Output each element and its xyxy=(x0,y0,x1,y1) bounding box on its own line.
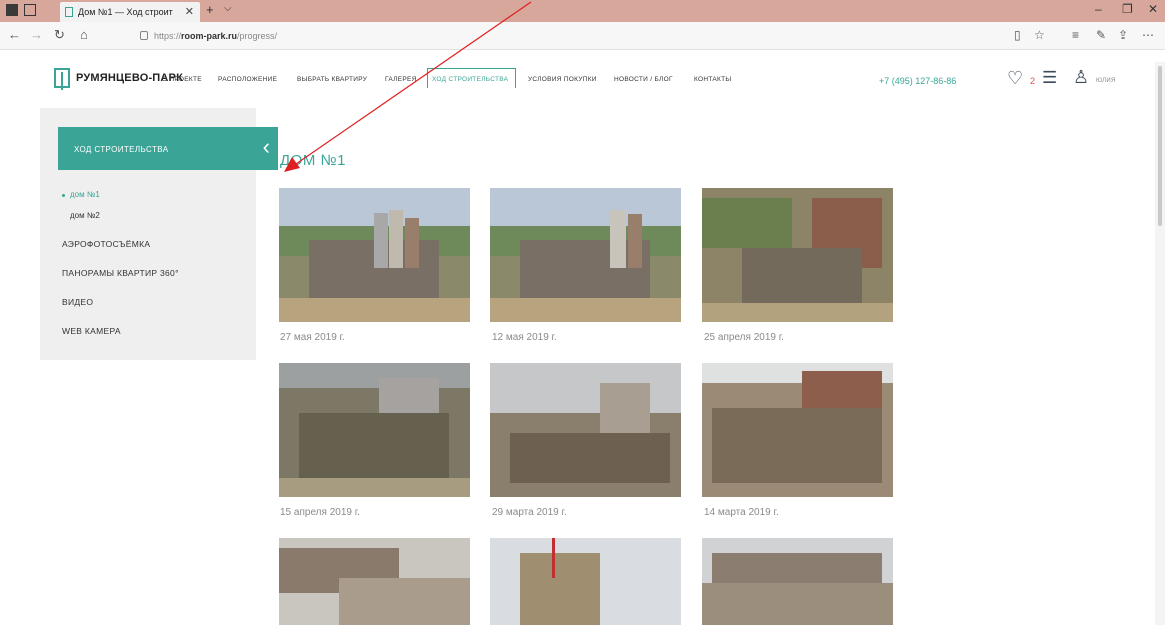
sidebar-item-aerial[interactable]: АЭРОФОТОСЪЁМКА xyxy=(62,239,150,249)
nav-construction-progress[interactable]: ХОД СТРОИТЕЛЬСТВА xyxy=(432,76,508,83)
construction-photo xyxy=(279,188,470,322)
sidebar-sub-item-house1[interactable]: дом №1 xyxy=(70,190,100,199)
logo-icon[interactable] xyxy=(54,68,70,90)
photo-date: 14 марта 2019 г. xyxy=(704,507,779,518)
back-arrow-icon[interactable]: ← xyxy=(8,27,21,42)
photo-thumbnail[interactable] xyxy=(490,188,681,322)
nav-choose-apartment[interactable]: ВЫБРАТЬ КВАРТИРУ xyxy=(297,76,367,83)
tab-close-icon[interactable]: ✕ xyxy=(185,2,194,22)
photo-thumbnail[interactable] xyxy=(490,538,681,625)
tab-title: Дом №1 — Ход строит xyxy=(78,7,173,17)
photo-date: 29 марта 2019 г. xyxy=(492,507,567,518)
url-path: /progress/ xyxy=(237,31,278,41)
nav-contacts[interactable]: КОНТАКТЫ xyxy=(694,76,731,83)
photo-date: 27 мая 2019 г. xyxy=(280,332,345,343)
browser-tab[interactable]: Дом №1 — Ход строит ✕ xyxy=(60,2,200,22)
user-name[interactable]: ЮЛИЯ xyxy=(1096,78,1116,84)
sidebar-item-video[interactable]: ВИДЕО xyxy=(62,297,93,307)
user-icon[interactable]: ♙ xyxy=(1073,68,1089,86)
construction-photo xyxy=(490,363,681,497)
minimize-button[interactable]: – xyxy=(1095,2,1102,16)
new-tab-button[interactable]: + xyxy=(206,2,214,17)
photo-thumbnail[interactable] xyxy=(490,363,681,497)
construction-photo xyxy=(702,363,893,497)
nav-about[interactable]: О ПРОЕКТЕ xyxy=(162,76,202,83)
sidebar-heading[interactable]: ХОД СТРОИТЕЛЬСТВА ‹ xyxy=(58,127,278,170)
url-field[interactable]: https://room-park.ru/progress/ xyxy=(140,28,1020,44)
share-icon[interactable]: ⇪ xyxy=(1118,28,1128,42)
sidebar-sub-item-house2[interactable]: дом №2 xyxy=(70,211,100,220)
construction-photo xyxy=(702,188,893,322)
sidebar-item-webcam[interactable]: WEB КАМЕРА xyxy=(62,326,121,336)
construction-photo xyxy=(490,538,681,625)
nav-location[interactable]: РАСПОЛОЖЕНИЕ xyxy=(218,76,277,83)
photo-thumbnail[interactable] xyxy=(279,188,470,322)
nav-news-blog[interactable]: НОВОСТИ / БЛОГ xyxy=(614,76,673,83)
lock-icon xyxy=(140,31,148,40)
construction-photo xyxy=(702,538,893,625)
photo-date: 15 апреля 2019 г. xyxy=(280,507,360,518)
sidebar-item-panoramas[interactable]: ПАНОРАМЫ КВАРТИР 360° xyxy=(62,268,179,278)
photo-date: 12 мая 2019 г. xyxy=(492,332,557,343)
url-host: room-park.ru xyxy=(181,31,238,41)
tab-dropdown-icon[interactable]: ⌵ xyxy=(224,3,232,14)
favorites-count: 2 xyxy=(1030,76,1036,86)
tab-actions-icon[interactable] xyxy=(24,4,36,16)
photo-thumbnail[interactable] xyxy=(279,363,470,497)
refresh-icon[interactable]: ↻ xyxy=(54,27,65,43)
nav-purchase-terms[interactable]: УСЛОВИЯ ПОКУПКИ xyxy=(528,76,597,83)
photo-thumbnail[interactable] xyxy=(702,363,893,497)
address-bar-row: ← → ↻ ⌂ https://room-park.ru/progress/ ▯… xyxy=(0,22,1165,50)
photo-thumbnail[interactable] xyxy=(279,538,470,625)
restore-button[interactable]: ❐ xyxy=(1122,2,1133,16)
sidebar-heading-label: ХОД СТРОИТЕЛЬСТВА xyxy=(74,145,169,154)
construction-photo xyxy=(279,363,470,497)
phone-link[interactable]: +7 (495) 127-86-86 xyxy=(879,76,956,86)
photo-thumbnail[interactable] xyxy=(702,188,893,322)
page-title: ДОМ №1 xyxy=(280,152,346,169)
url-prefix: https:// xyxy=(154,31,182,41)
active-bullet-icon xyxy=(62,194,65,197)
construction-photo xyxy=(490,188,681,322)
heart-icon[interactable]: ♡ xyxy=(1007,69,1023,87)
app-icon[interactable] xyxy=(6,4,18,16)
favorites-hub-icon[interactable]: ≡ xyxy=(1072,28,1079,42)
close-window-button[interactable]: ✕ xyxy=(1148,2,1158,16)
browser-tab-bar: Дом №1 — Ход строит ✕ + ⌵ – ❐ ✕ xyxy=(0,0,1165,22)
photo-thumbnail[interactable] xyxy=(702,538,893,625)
nav-gallery[interactable]: ГАЛЕРЕЯ xyxy=(385,76,417,83)
more-icon[interactable]: ⋯ xyxy=(1142,28,1154,42)
forward-arrow-icon[interactable]: → xyxy=(30,27,43,42)
star-icon[interactable]: ☆ xyxy=(1034,28,1045,42)
scrollbar-thumb[interactable] xyxy=(1158,66,1162,226)
pen-icon[interactable]: ✎ xyxy=(1096,28,1106,42)
reading-view-icon[interactable]: ▯ xyxy=(1014,28,1021,42)
photo-date: 25 апреля 2019 г. xyxy=(704,332,784,343)
menu-icon[interactable]: ☰ xyxy=(1042,69,1057,87)
site-favicon-icon xyxy=(65,7,73,17)
construction-photo xyxy=(279,538,470,625)
home-icon[interactable]: ⌂ xyxy=(80,27,88,42)
chevron-left-icon[interactable]: ‹ xyxy=(263,133,270,161)
